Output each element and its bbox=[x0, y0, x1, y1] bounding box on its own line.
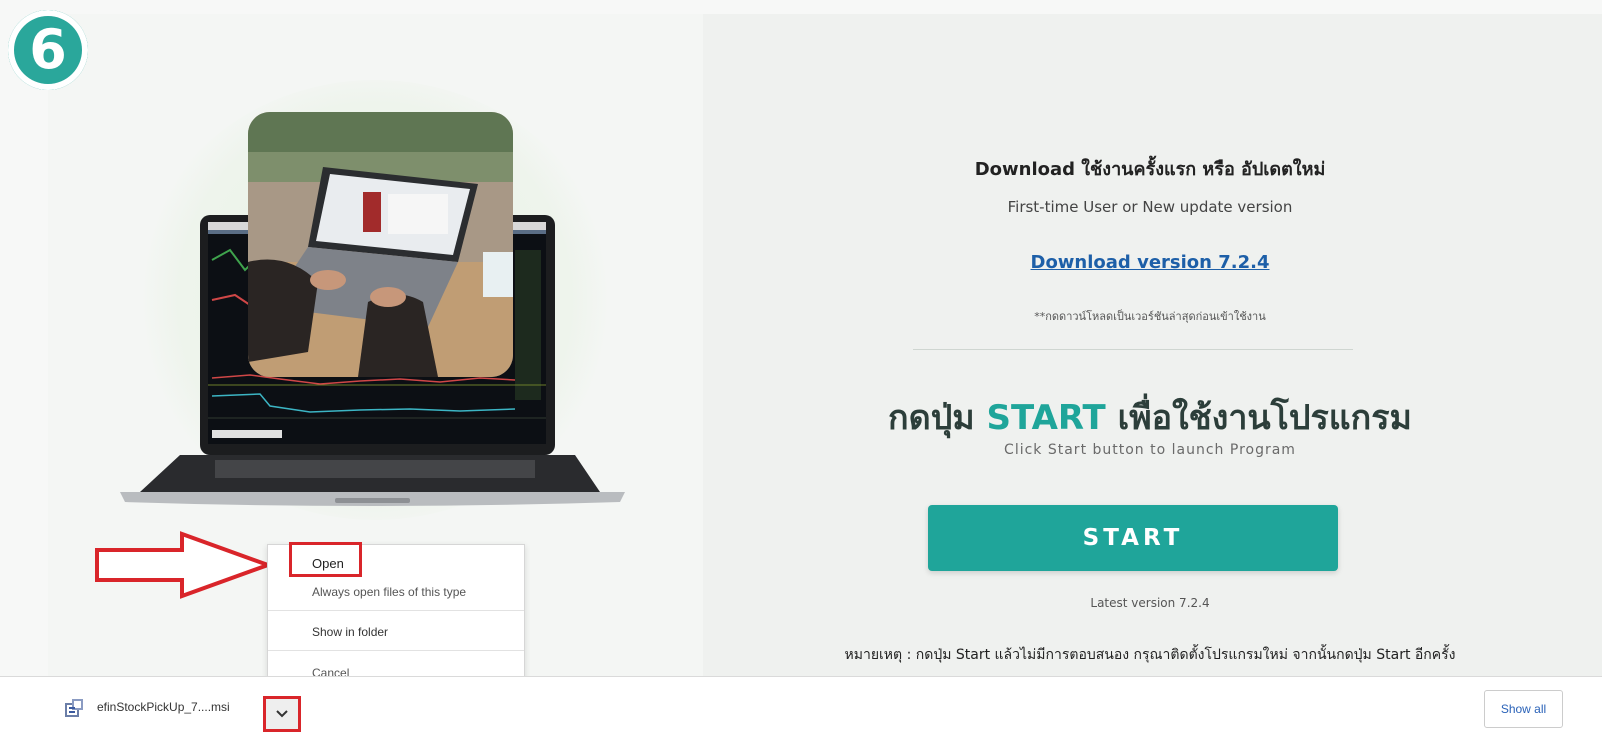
start-heading-prefix: กดปุ่ม bbox=[888, 398, 987, 438]
download-note: **กดดาวน์โหลดเป็นเวอร์ชันล่าสุดก่อนเข้าใ… bbox=[1034, 310, 1266, 323]
menu-separator bbox=[268, 650, 524, 651]
download-bar: efinStockPickUp_7....msi Show all bbox=[0, 676, 1602, 753]
start-heading-accent: START bbox=[986, 398, 1106, 438]
launch-instructions: Download ใช้งานครั้งแรก หรือ อัปเดตใหม่ … bbox=[760, 14, 1540, 690]
start-button[interactable]: START bbox=[928, 505, 1338, 571]
remark-text: หมายเหตุ : กดปุ่ม Start แล้วไม่มีการตอบส… bbox=[844, 647, 1456, 663]
open-highlight-box bbox=[289, 542, 362, 577]
download-version-link[interactable]: Download version 7.2.4 bbox=[760, 252, 1540, 273]
download-file-name[interactable]: efinStockPickUp_7....msi bbox=[97, 700, 230, 714]
menu-item-show-in-folder[interactable]: Show in folder bbox=[268, 625, 524, 639]
menu-item-always-open[interactable]: Always open files of this type bbox=[268, 585, 524, 599]
start-heading: กดปุ่ม START เพื่อใช้งานโปรแกรม bbox=[760, 390, 1540, 444]
step-number-badge: 6 bbox=[8, 10, 88, 90]
download-subtitle: First-time User or New update version bbox=[1007, 198, 1293, 216]
download-options-button[interactable] bbox=[263, 696, 301, 732]
start-subtitle: Click Start button to launch Program bbox=[1004, 442, 1296, 458]
show-all-button[interactable]: Show all bbox=[1484, 690, 1563, 728]
download-title: Download ใช้งานครั้งแรก หรือ อัปเดตใหม่ bbox=[974, 159, 1326, 180]
msi-file-icon bbox=[65, 699, 83, 717]
person-using-laptop-photo bbox=[248, 112, 513, 377]
menu-separator bbox=[268, 610, 524, 611]
chevron-down-icon bbox=[276, 710, 288, 718]
start-heading-suffix: เพื่อใช้งานโปรแกรม bbox=[1105, 398, 1412, 438]
latest-version-text: Latest version 7.2.4 bbox=[1090, 596, 1210, 610]
red-arrow-annotation bbox=[95, 531, 274, 599]
section-divider bbox=[913, 349, 1353, 350]
